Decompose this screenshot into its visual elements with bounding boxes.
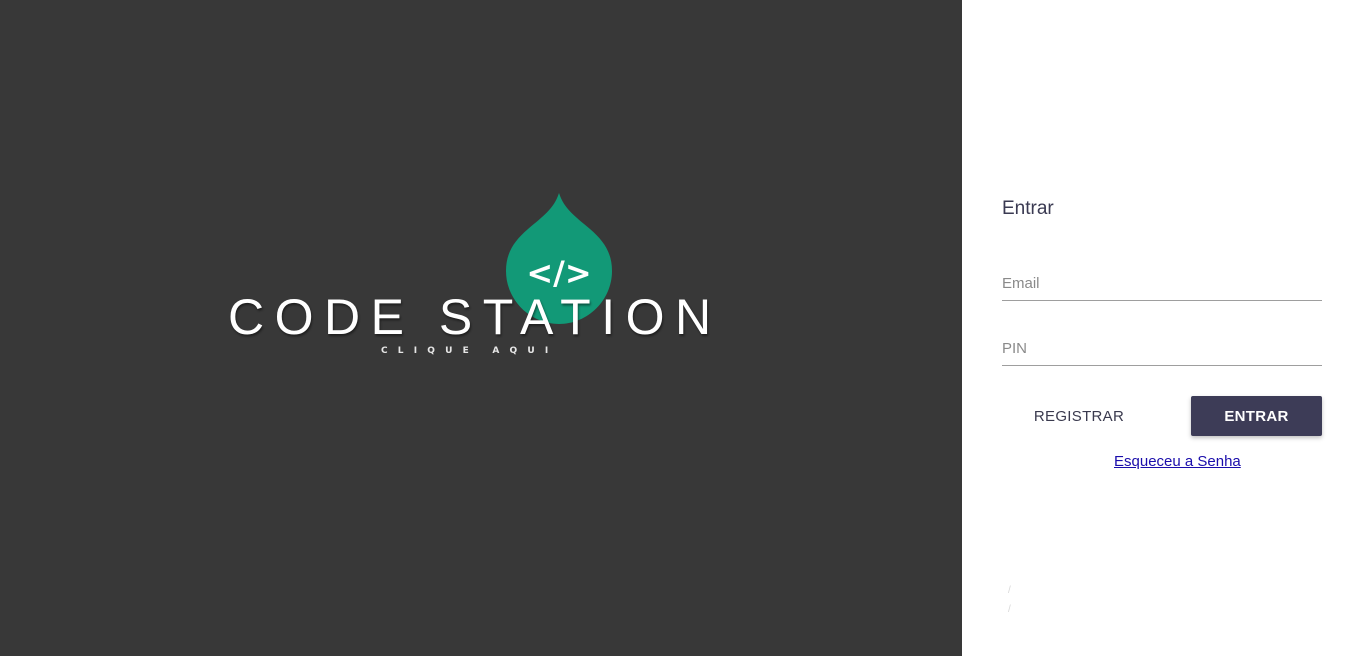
faint-mark: /: [1008, 585, 1011, 596]
code-station-logo[interactable]: </> CODE STATION CLIQUE AQUI: [0, 0, 962, 656]
enter-button[interactable]: ENTRAR: [1191, 396, 1322, 436]
brand-title: CODE STATION: [228, 289, 722, 345]
pin-field[interactable]: [1002, 331, 1322, 366]
login-panel: Entrar REGISTRAR ENTRAR Esqueceu a Senha…: [962, 0, 1366, 656]
register-button[interactable]: REGISTRAR: [1002, 396, 1156, 436]
faint-mark: /: [1008, 604, 1011, 615]
login-page: </> CODE STATION CLIQUE AQUI Entrar REGI…: [0, 0, 1366, 656]
brand-subtitle-link[interactable]: CLIQUE AQUI: [381, 346, 558, 356]
email-field[interactable]: [1002, 266, 1322, 301]
login-title: Entrar: [1002, 198, 1054, 219]
forgot-password-link[interactable]: Esqueceu a Senha: [1114, 453, 1241, 470]
code-icon: </>: [526, 254, 591, 292]
brand-panel[interactable]: </> CODE STATION CLIQUE AQUI: [0, 0, 962, 656]
